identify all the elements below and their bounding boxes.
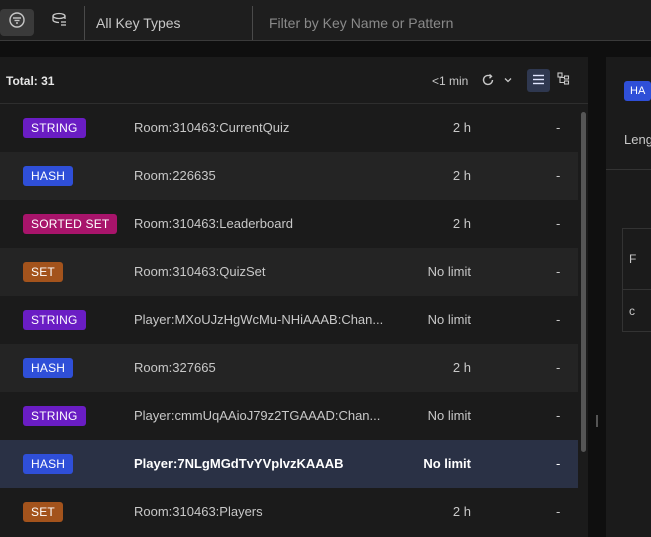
key-row[interactable]: HASH Player:7NLgMGdTvYVplvzKAAAB No limit - (0, 440, 578, 488)
key-size: - (556, 312, 561, 327)
key-row[interactable]: SET Room:310463:QuizSet No limit - (0, 248, 578, 296)
key-ttl: 2 h (452, 168, 471, 183)
key-ttl: 2 h (452, 216, 471, 231)
key-ttl: No limit (427, 264, 471, 279)
key-name: Room:226635 (134, 168, 216, 183)
key-ttl: No limit (427, 408, 471, 423)
key-type-badge: STRING (23, 310, 86, 330)
details-type-badge: HA (624, 81, 651, 101)
key-row[interactable]: SET Room:310463:Players 2 h - (0, 488, 578, 536)
last-refresh-time: <1 min (432, 74, 469, 88)
key-size: - (556, 408, 561, 423)
key-row[interactable]: STRING Player:cmmUqAAioJ79z2TGAAAD:Chan..… (0, 392, 578, 440)
key-list-header: Total: 31 <1 min (0, 57, 588, 104)
tree-view-icon (557, 71, 570, 90)
filter-icon (8, 11, 26, 34)
key-size: - (556, 360, 561, 375)
details-divider (606, 169, 651, 170)
resize-grip-icon (596, 415, 598, 427)
key-ttl: No limit (423, 456, 471, 471)
key-size: - (556, 504, 561, 519)
key-tree-button[interactable] (42, 9, 76, 36)
key-list: STRING Room:310463:CurrentQuiz 2 h - HASH Roo… (0, 104, 578, 536)
list-view-icon (532, 72, 545, 90)
list-view-button[interactable] (527, 69, 550, 92)
refresh-icon[interactable] (481, 73, 495, 87)
panel-resizer[interactable] (588, 57, 606, 537)
key-size: - (556, 456, 561, 471)
details-table-cell: c (629, 304, 635, 318)
key-name: Room:310463:Leaderboard (134, 216, 294, 231)
key-name: Room:310463:CurrentQuiz (134, 120, 290, 135)
details-table-header: F (629, 252, 637, 266)
total-count: Total: 31 (6, 74, 55, 88)
key-row[interactable]: SORTED SET Room:310463:Leaderboard 2 h - (0, 200, 578, 248)
key-row[interactable]: HASH Room:327665 2 h - (0, 344, 578, 392)
key-type-badge: STRING (23, 406, 86, 426)
chevron-down-icon[interactable] (503, 75, 513, 85)
key-type-badge: HASH (23, 358, 74, 378)
key-details-panel: HA Leng F c (606, 57, 651, 537)
key-type-badge: SORTED SET (23, 214, 118, 234)
key-type-select[interactable]: All Key Types (84, 6, 253, 40)
key-row[interactable]: HASH Room:226635 2 h - (0, 152, 578, 200)
key-type-badge: HASH (23, 166, 74, 186)
key-list-panel: Total: 31 <1 min STRING Room:310463:Curre… (0, 57, 588, 537)
key-name: Room:310463:Players (134, 504, 263, 519)
scrollbar-thumb[interactable] (581, 112, 586, 452)
key-name: Player:cmmUqAAioJ79z2TGAAAD:Chan... (134, 408, 381, 423)
key-type-badge: SET (23, 502, 63, 522)
details-length-label: Leng (624, 132, 651, 147)
key-name: Player:7NLgMGdTvYVplvzKAAAB (134, 456, 344, 471)
key-row[interactable]: STRING Room:310463:CurrentQuiz 2 h - (0, 104, 578, 152)
key-type-badge: HASH (23, 454, 74, 474)
key-name: Room:310463:QuizSet (134, 264, 266, 279)
key-type-badge: STRING (23, 118, 86, 138)
key-type-select-value: All Key Types (96, 15, 181, 31)
key-ttl: No limit (427, 312, 471, 327)
key-ttl: 2 h (452, 504, 471, 519)
tree-view-button[interactable] (552, 69, 575, 92)
details-table (622, 228, 651, 332)
filter-bar: All Key Types (0, 0, 651, 41)
details-table-divider (623, 289, 651, 290)
key-size: - (556, 168, 561, 183)
key-name: Player:MXoUJzHgWcMu-NHiAAAB:Chan... (134, 312, 384, 327)
scrollbar[interactable] (579, 104, 588, 537)
key-ttl: 2 h (452, 360, 471, 375)
key-size: - (556, 120, 561, 135)
key-tree-icon (50, 11, 68, 34)
key-ttl: 2 h (452, 120, 471, 135)
filter-toggle-button[interactable] (0, 9, 34, 36)
key-size: - (556, 264, 561, 279)
key-size: - (556, 216, 561, 231)
key-name: Room:327665 (134, 360, 216, 375)
search-input[interactable] (254, 6, 651, 40)
key-row[interactable]: STRING Player:MXoUJzHgWcMu-NHiAAAB:Chan..… (0, 296, 578, 344)
key-type-badge: SET (23, 262, 63, 282)
